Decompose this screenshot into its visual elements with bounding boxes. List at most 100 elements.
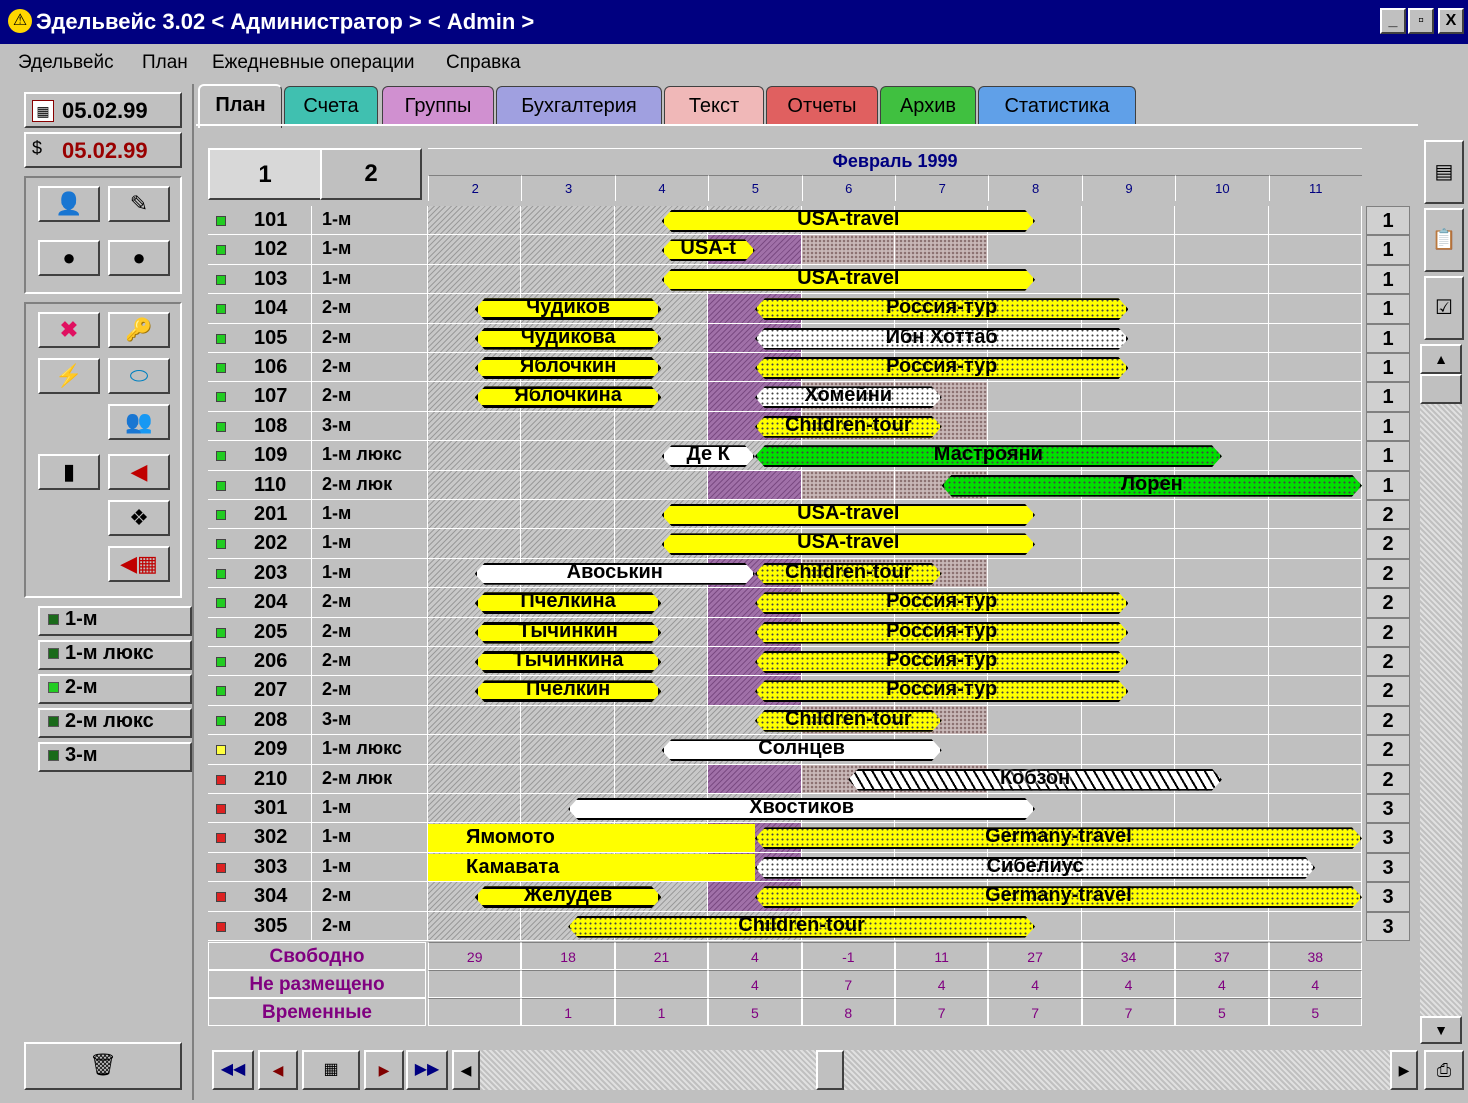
day-cell[interactable] [1081, 411, 1176, 442]
day-cell[interactable] [1268, 529, 1362, 559]
day-cell[interactable] [988, 735, 1082, 765]
day-cell[interactable] [1081, 529, 1176, 559]
scroll-down-button[interactable]: ▼ [1420, 1016, 1462, 1044]
day-cell[interactable] [1268, 323, 1362, 353]
booking-bar[interactable]: Россия-тур [755, 592, 1129, 614]
booking-bar[interactable]: Мастрояни [755, 445, 1222, 467]
exit-icon[interactable]: ◀ [108, 454, 170, 490]
day-cell[interactable] [1268, 911, 1362, 941]
day-cell[interactable] [614, 705, 709, 736]
booking-bar[interactable]: USA-travel [662, 533, 1036, 555]
group-left-button[interactable]: ● [38, 240, 100, 276]
day-cell[interactable] [1175, 264, 1269, 295]
day-cell[interactable] [1175, 382, 1269, 412]
booking-bar[interactable]: Камавата [428, 853, 755, 882]
booking-bar[interactable]: USA-t [662, 239, 755, 261]
tab-6[interactable]: Архив [880, 86, 976, 126]
nav-last-button[interactable]: ▶▶ [406, 1050, 448, 1090]
app-icon[interactable]: ⚠ [8, 9, 32, 33]
day-cell[interactable] [428, 794, 522, 824]
date-field-1[interactable]: ▦ 05.02.99 [24, 92, 182, 128]
day-cell[interactable] [1268, 235, 1362, 265]
table-row[interactable]: 210 2-м люк 2 [208, 764, 1412, 794]
day-cell[interactable] [988, 558, 1082, 589]
day-cell[interactable] [1175, 588, 1269, 618]
delete-icon[interactable]: ✖ [38, 312, 100, 348]
booking-bar[interactable]: USA-travel [662, 269, 1036, 291]
day-cell[interactable] [1268, 294, 1362, 324]
booking-bar[interactable]: Россия-тур [755, 651, 1129, 673]
door-icon[interactable]: ▮ [38, 454, 100, 490]
booking-bar[interactable]: USA-travel [662, 504, 1036, 526]
day-cell[interactable] [1175, 206, 1269, 236]
day-cell[interactable] [1081, 264, 1176, 295]
day-cell[interactable] [801, 235, 895, 265]
day-cell[interactable] [1081, 911, 1176, 941]
category-1m-lux[interactable]: 1-м люкс [38, 640, 192, 670]
guests-icon[interactable]: 👥 [108, 404, 170, 440]
day-cell[interactable] [521, 529, 615, 559]
day-cell[interactable] [1268, 588, 1362, 618]
day-cell[interactable] [521, 411, 615, 442]
keys-icon[interactable]: 🔑 [108, 312, 170, 348]
day-cell[interactable] [1268, 500, 1362, 530]
day-cell[interactable] [1175, 323, 1269, 353]
vertical-scrollbar[interactable]: ▲ ▼ [1420, 344, 1462, 1044]
category-2m[interactable]: 2-м [38, 674, 192, 704]
booking-bar[interactable]: Лорен [942, 475, 1362, 497]
table-row[interactable]: 102 1-м 1 [208, 235, 1412, 265]
day-cell[interactable] [428, 705, 522, 736]
day-cell[interactable] [428, 470, 522, 500]
menu-help[interactable]: Справка [446, 52, 521, 74]
day-cell[interactable] [428, 500, 522, 530]
booking-bar[interactable]: Children-tour [755, 710, 942, 732]
booking-bar[interactable]: Россия-тур [755, 298, 1129, 320]
booking-bar[interactable]: Россия-тур [755, 357, 1129, 379]
day-cell[interactable] [428, 235, 522, 265]
day-cell[interactable] [1268, 735, 1362, 765]
close-button[interactable]: X [1438, 8, 1464, 34]
booking-bar[interactable]: Сибелиус [755, 857, 1315, 879]
day-cell[interactable] [895, 235, 989, 265]
day-cell[interactable] [614, 411, 709, 442]
nav-next-button[interactable]: ▶ [364, 1050, 404, 1090]
booking-bar[interactable]: Хвостиков [568, 798, 1035, 820]
day-cell[interactable] [521, 470, 615, 500]
day-cell[interactable] [1175, 558, 1269, 589]
booking-bar[interactable]: Чудикова [475, 328, 662, 350]
day-cell[interactable] [521, 264, 615, 295]
scroll-left-button[interactable]: ◀ [452, 1050, 480, 1090]
day-cell[interactable] [1268, 382, 1362, 412]
day-cell[interactable] [801, 470, 895, 500]
day-cell[interactable] [521, 764, 615, 794]
subtab-1[interactable]: 1 [208, 148, 322, 200]
day-cell[interactable] [1268, 206, 1362, 236]
day-cell[interactable] [1268, 705, 1362, 736]
category-3m[interactable]: 3-м [38, 742, 192, 772]
print-icon[interactable]: ⎙ [1424, 1050, 1464, 1090]
day-cell[interactable] [1081, 235, 1176, 265]
day-cell[interactable] [1268, 441, 1362, 471]
day-cell[interactable] [988, 705, 1082, 736]
tab-5[interactable]: Отчеты [766, 86, 878, 126]
booking-bar[interactable]: Хомейни [755, 386, 942, 408]
day-cell[interactable] [521, 235, 615, 265]
day-cell[interactable] [708, 470, 802, 500]
day-cell[interactable] [1175, 500, 1269, 530]
guest-edit-button[interactable]: ✎ [108, 186, 170, 222]
day-cell[interactable] [1268, 558, 1362, 589]
tab-4[interactable]: Текст [664, 86, 764, 126]
menu-edelweiss[interactable]: Эдельвейс [18, 52, 114, 74]
day-cell[interactable] [1175, 647, 1269, 677]
restore-button[interactable]: ▫ [1408, 8, 1434, 34]
day-cell[interactable] [1175, 676, 1269, 706]
title-bar[interactable]: ⚠ Эдельвейс 3.02 < Администратор > < Adm… [0, 0, 1468, 44]
day-cell[interactable] [614, 764, 709, 794]
group-right-button[interactable]: ● [108, 240, 170, 276]
checklist-icon[interactable]: ☑ [1424, 276, 1464, 340]
menu-daily-operations[interactable]: Ежедневные операции [212, 52, 414, 74]
day-cell[interactable] [988, 382, 1082, 412]
day-cell[interactable] [1175, 411, 1269, 442]
booking-bar[interactable]: Яблочкин [475, 357, 662, 379]
day-cell[interactable] [521, 705, 615, 736]
